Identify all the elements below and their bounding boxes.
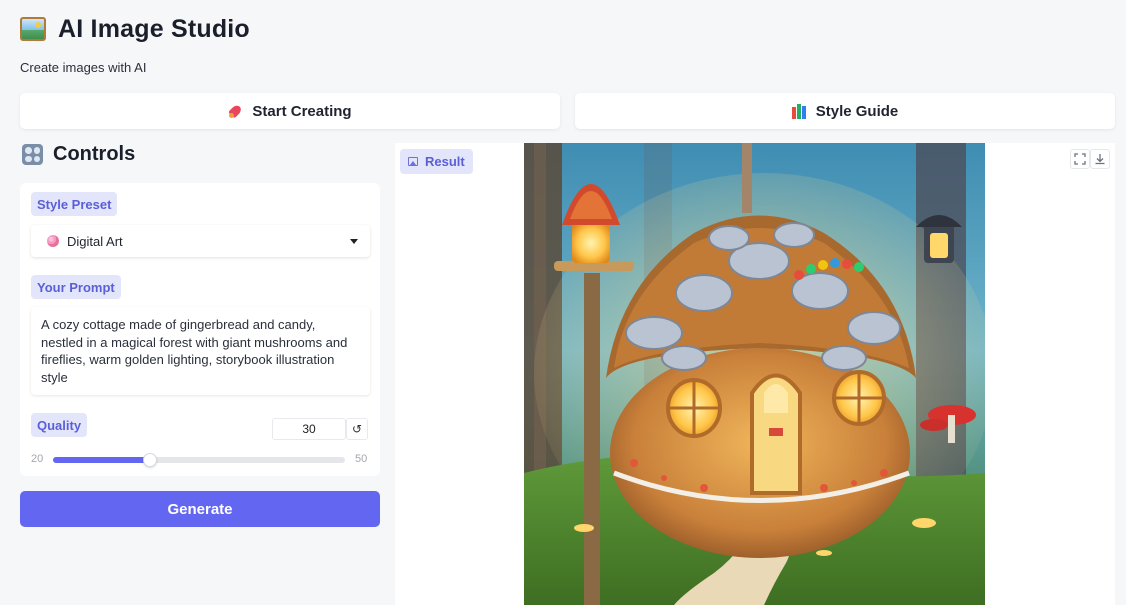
result-label: Result [425,154,465,169]
controls-title: Controls [53,143,136,165]
style-preset-value: Digital Art [67,233,123,249]
result-label-chip: Result [400,149,473,174]
result-panel: Result [395,143,1115,605]
app-subtitle: Create images with AI [20,60,147,75]
quality-label: Quality [31,413,88,437]
style-preset-label: Style Preset [31,192,118,216]
image-icon [408,157,418,166]
tab-label: Start Creating [252,102,352,120]
style-preset-dropdown[interactable]: Digital Art [31,225,370,257]
quality-min-label: 20 [31,453,44,465]
fullscreen-icon [1074,153,1086,165]
chevron-down-icon [350,238,358,244]
app-title: AI Image Studio [58,14,250,43]
fullscreen-button[interactable] [1070,149,1090,169]
generate-button[interactable]: Generate [20,491,380,527]
prompt-label: Your Prompt [31,275,121,299]
rocket-icon [228,103,244,119]
prompt-textarea[interactable]: A cozy cottage made of gingerbread and c… [31,307,370,395]
palette-icon [47,235,59,247]
app-header: AI Image Studio [20,12,250,46]
download-button[interactable] [1090,149,1110,169]
tab-label: Style Guide [815,102,899,120]
controls-header: Controls [22,143,135,166]
tab-start-creating[interactable]: Start Creating [20,93,560,129]
quality-number-input[interactable]: 30 [272,418,346,440]
quality-slider[interactable] [53,453,345,467]
download-icon [1095,154,1105,165]
quality-slider-fill [53,457,151,463]
tab-style-guide[interactable]: Style Guide [575,93,1115,129]
controls-panel: Style Preset Digital Art Your Prompt A c… [20,183,380,476]
reset-icon[interactable]: ↺ [346,418,368,440]
generated-image [524,143,985,605]
framed-picture-icon [20,17,46,41]
quality-slider-thumb[interactable] [143,453,158,467]
quality-max-label: 50 [355,453,368,465]
books-icon [791,103,808,119]
gingerbread-cottage-illustration [524,143,985,605]
control-knobs-icon [22,144,43,165]
